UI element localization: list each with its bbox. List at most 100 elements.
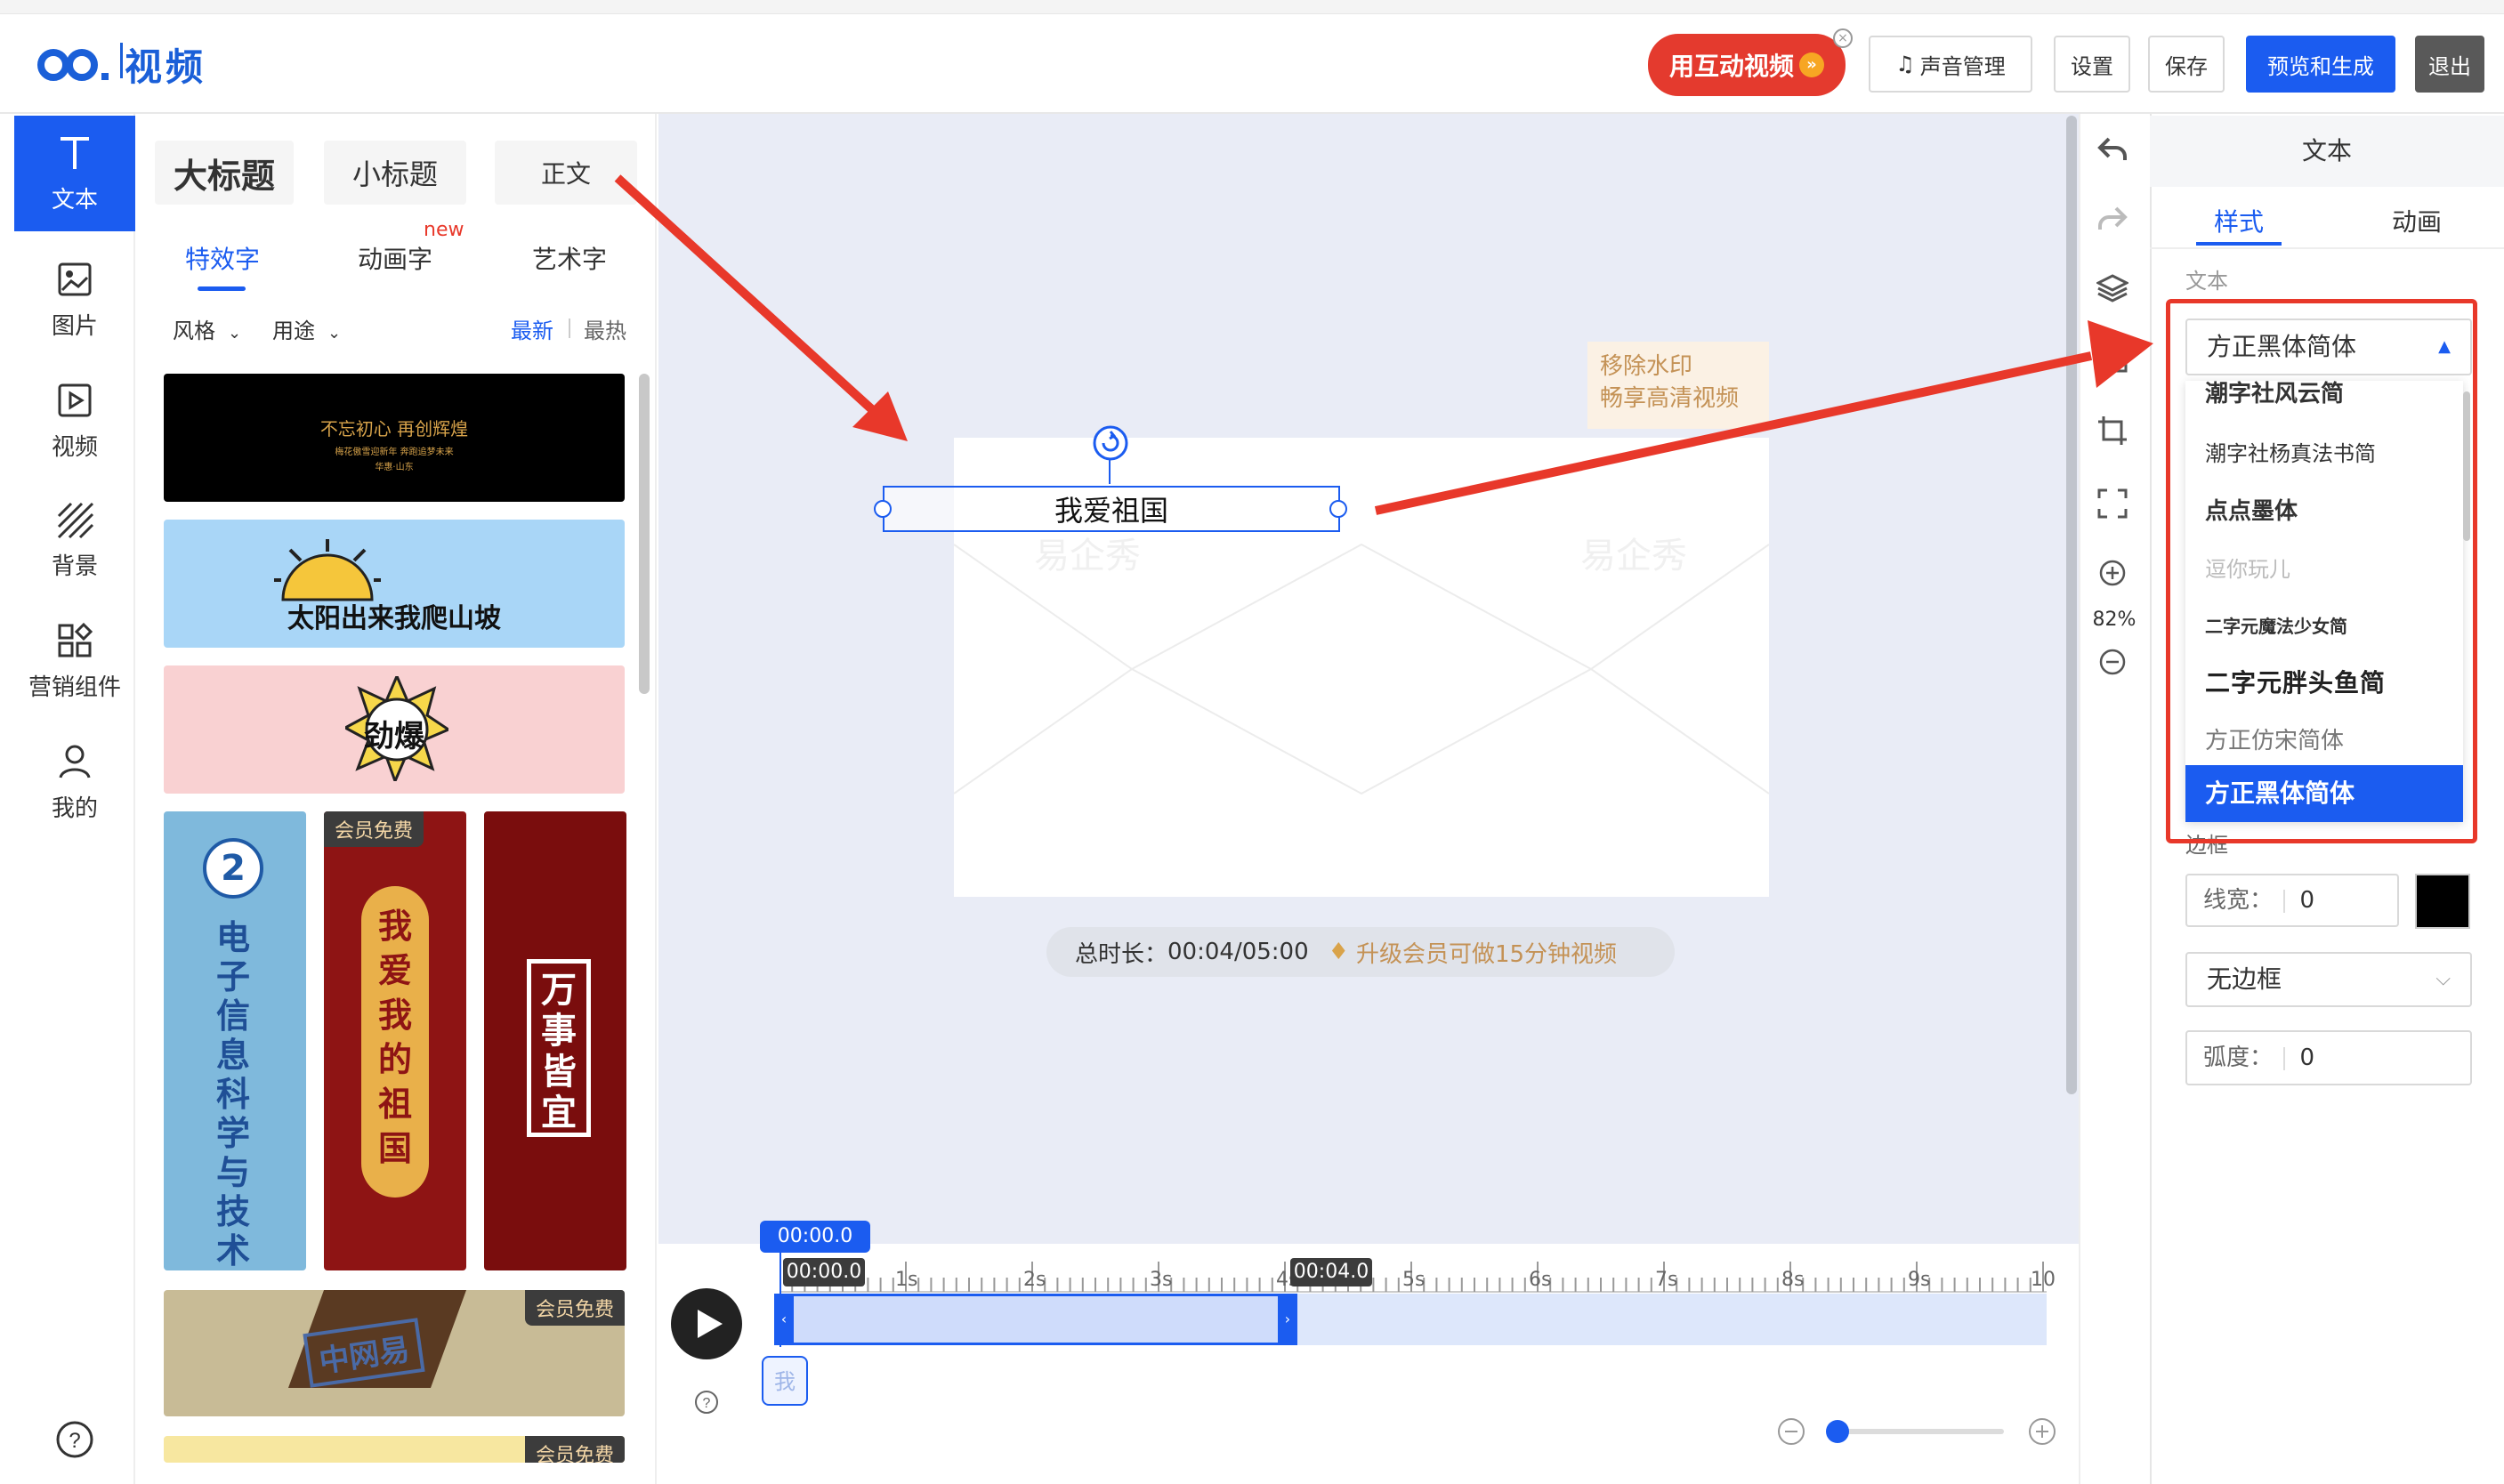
vip-badge: 会员免费 [524,1290,625,1326]
usage-filter-label: 用途 [272,319,315,343]
template-card-7[interactable]: 中网易 会员免费 [164,1290,625,1416]
border-style-value: 无边框 [2207,964,2282,994]
template-card-5[interactable]: 会员免费 我爱我的祖国 [324,811,466,1270]
rail-item-video[interactable]: 视频 [14,363,135,479]
chevron-down-icon: ⌄ [228,324,242,343]
user-icon [59,745,91,778]
help-icon[interactable]: ? [55,1420,94,1459]
layers-icon[interactable] [2096,272,2128,304]
radius-label: 弧度： [2203,1044,2274,1071]
browser-strip [0,0,2504,14]
zoom-out-icon[interactable] [2098,648,2127,676]
grid-icon[interactable] [2096,342,2128,374]
zoom-track[interactable] [1833,1429,2004,1434]
heading-large-button[interactable]: 大标题 [155,141,294,205]
tab-art-text[interactable]: 艺术字 [532,240,607,276]
redo-icon[interactable] [2096,203,2128,235]
selected-text-element[interactable]: 我爱祖国 [883,486,1340,532]
clip-handle-right[interactable]: › [1278,1294,1297,1345]
playhead-time[interactable]: 00:00.0 [760,1221,870,1253]
resize-handle-right[interactable] [1329,500,1347,518]
canvas-toolbar [2079,114,2150,1484]
watermark-text: 易企秀 [1580,536,1687,577]
panel-scrollbar[interactable] [639,374,650,694]
tick-label: 9s [1908,1269,1931,1291]
tab-effect-text[interactable]: 特效字 [185,240,260,276]
radius-input[interactable]: 弧度： 0 [2185,1030,2472,1085]
card-text: 万事皆宜 [541,970,577,1133]
sort-hottest[interactable]: 最热 [584,313,626,344]
tick-label: 3s [1150,1269,1173,1291]
tab-animated-text[interactable]: 动画字 [358,240,432,276]
sun-icon [274,539,381,601]
fullscreen-icon[interactable] [2096,488,2128,520]
tick-label: 10 [2031,1269,2056,1291]
new-badge: new [424,219,464,241]
zoom-in-icon[interactable] [2098,559,2127,587]
watermark-line2: 畅享高清视频 [1600,385,1740,412]
template-card-3[interactable]: 劲爆 [164,665,625,794]
play-icon [698,1310,723,1338]
body-text-button[interactable]: 正文 [495,141,637,205]
tab-style[interactable]: 样式 [2214,203,2264,238]
line-width-value: 0 [2299,887,2315,914]
border-style-select[interactable]: 无边框 ⌵ [2185,952,2472,1007]
rail-item-label: 图片 [51,312,98,340]
logo-icon [37,49,109,81]
template-card-2[interactable]: 太阳出来我爬山坡 [164,520,625,648]
zoom-in-icon[interactable] [2027,1416,2057,1447]
section-label-text: 文本 [2185,269,2228,294]
rail-item-image[interactable]: 图片 [14,242,135,358]
zoom-value: 82% [2092,609,2136,631]
clip-handle-left[interactable]: ‹ [774,1294,794,1345]
tab-divider [2150,247,2504,249]
rail-item-text[interactable]: 文本 [14,116,135,231]
video-icon [58,383,92,416]
settings-button[interactable]: 设置 [2054,36,2130,93]
rail-item-label: 营销组件 [28,673,121,701]
text-clip[interactable]: ‹ › [774,1294,1297,1345]
rail-item-mine[interactable]: 我的 [14,724,135,840]
watermark-line1: 移除水印 [1600,353,1693,380]
template-card-4[interactable]: 2 电子信息科学与技术 [164,811,306,1270]
zoom-knob[interactable] [1826,1420,1849,1443]
line-width-input[interactable]: 线宽： 0 [2185,874,2399,927]
template-card-8[interactable]: 会员免费 [164,1436,625,1463]
exit-button[interactable]: 退出 [2415,36,2484,93]
rail-item-background[interactable]: 背景 [14,482,135,598]
canvas-scrollbar[interactable] [2066,116,2077,1094]
resize-handle-left[interactable] [874,500,892,518]
logo-text: 视频 [125,45,207,89]
template-card-1[interactable]: 不忘初心 再创辉煌 梅花傲雪迎新年 奔跑追梦未来 华惠·山东 [164,374,625,502]
promo-banner[interactable]: 用互动视频» [1648,34,1846,96]
close-icon[interactable]: × [1833,28,1853,48]
tab-underline [2196,242,2282,246]
heading-small-button[interactable]: 小标题 [324,141,466,205]
sort-latest[interactable]: 最新 [511,313,553,344]
annotation-highlight-box [2166,299,2477,843]
card-number: 2 [203,838,263,899]
save-button[interactable]: 保存 [2148,36,2225,93]
voice-manage-button[interactable]: ♫ 声音管理 [1869,36,2032,93]
remove-watermark-banner[interactable]: 移除水印 畅享高清视频 [1587,342,1769,429]
tab-underline [198,286,246,291]
tab-animation[interactable]: 动画 [2392,203,2442,238]
style-filter[interactable]: 风格 ⌄ [173,313,241,344]
rotate-icon[interactable] [1093,425,1128,461]
rail-item-label: 视频 [51,433,98,461]
sort-divider [569,319,570,338]
track-label[interactable]: 我 [762,1356,808,1406]
rail-item-widgets[interactable]: 营销组件 [14,603,135,719]
zoom-out-icon[interactable] [1776,1416,1806,1447]
crop-icon[interactable] [2096,415,2128,447]
upgrade-link[interactable]: 升级会员可做15分钟视频 [1356,936,1617,969]
play-button[interactable] [671,1288,742,1359]
help-icon[interactable]: ? [694,1390,719,1415]
template-card-6[interactable]: 万事皆宜 [484,811,626,1270]
undo-icon[interactable] [2096,133,2128,165]
line-width-label: 线宽： [2203,887,2274,914]
tick-label: 2s [1023,1269,1046,1291]
usage-filter[interactable]: 用途 ⌄ [272,313,341,344]
border-color-swatch[interactable] [2415,874,2470,929]
preview-generate-button[interactable]: 预览和生成 [2246,36,2395,93]
